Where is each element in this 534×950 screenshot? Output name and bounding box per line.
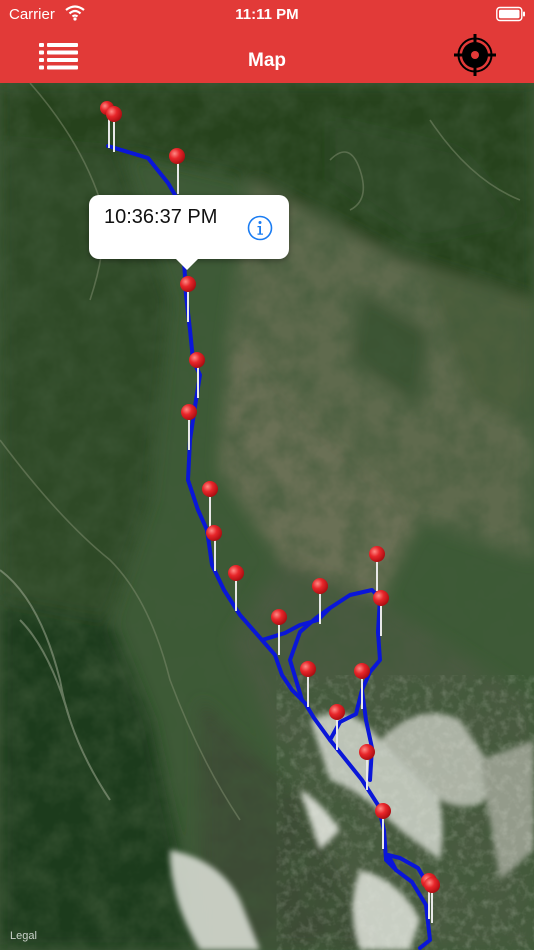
status-time: 11:11 PM	[235, 6, 299, 23]
map-pin[interactable]	[202, 481, 218, 527]
map-pin[interactable]	[271, 609, 287, 655]
pin-callout[interactable]: 10:36:37 PM	[89, 195, 289, 270]
map-legal-link[interactable]: Legal	[10, 930, 37, 942]
locate-crosshair-icon[interactable]	[454, 34, 496, 76]
map-pin[interactable]	[181, 404, 197, 450]
info-icon[interactable]	[247, 215, 273, 241]
map-pin[interactable]	[424, 877, 440, 923]
map-pin[interactable]	[354, 663, 370, 709]
map-pin[interactable]	[359, 744, 375, 790]
status-bar: Carrier 11:11 PM	[0, 0, 534, 30]
map-pin[interactable]	[312, 578, 328, 624]
map-pin[interactable]	[373, 590, 389, 636]
map-pin[interactable]	[228, 565, 244, 611]
map-pin[interactable]	[375, 803, 391, 849]
map-pin[interactable]	[206, 525, 222, 571]
callout-timestamp: 10:36:37 PM	[104, 206, 218, 228]
map-pin[interactable]	[169, 148, 185, 194]
map-pin[interactable]	[300, 661, 316, 707]
map-pin[interactable]	[329, 704, 345, 750]
battery-icon	[496, 6, 525, 22]
map-pin[interactable]	[369, 546, 385, 591]
map-pin[interactable]	[189, 352, 205, 398]
map-pin-selected[interactable]	[180, 276, 196, 322]
nav-bar: Map	[0, 30, 534, 83]
